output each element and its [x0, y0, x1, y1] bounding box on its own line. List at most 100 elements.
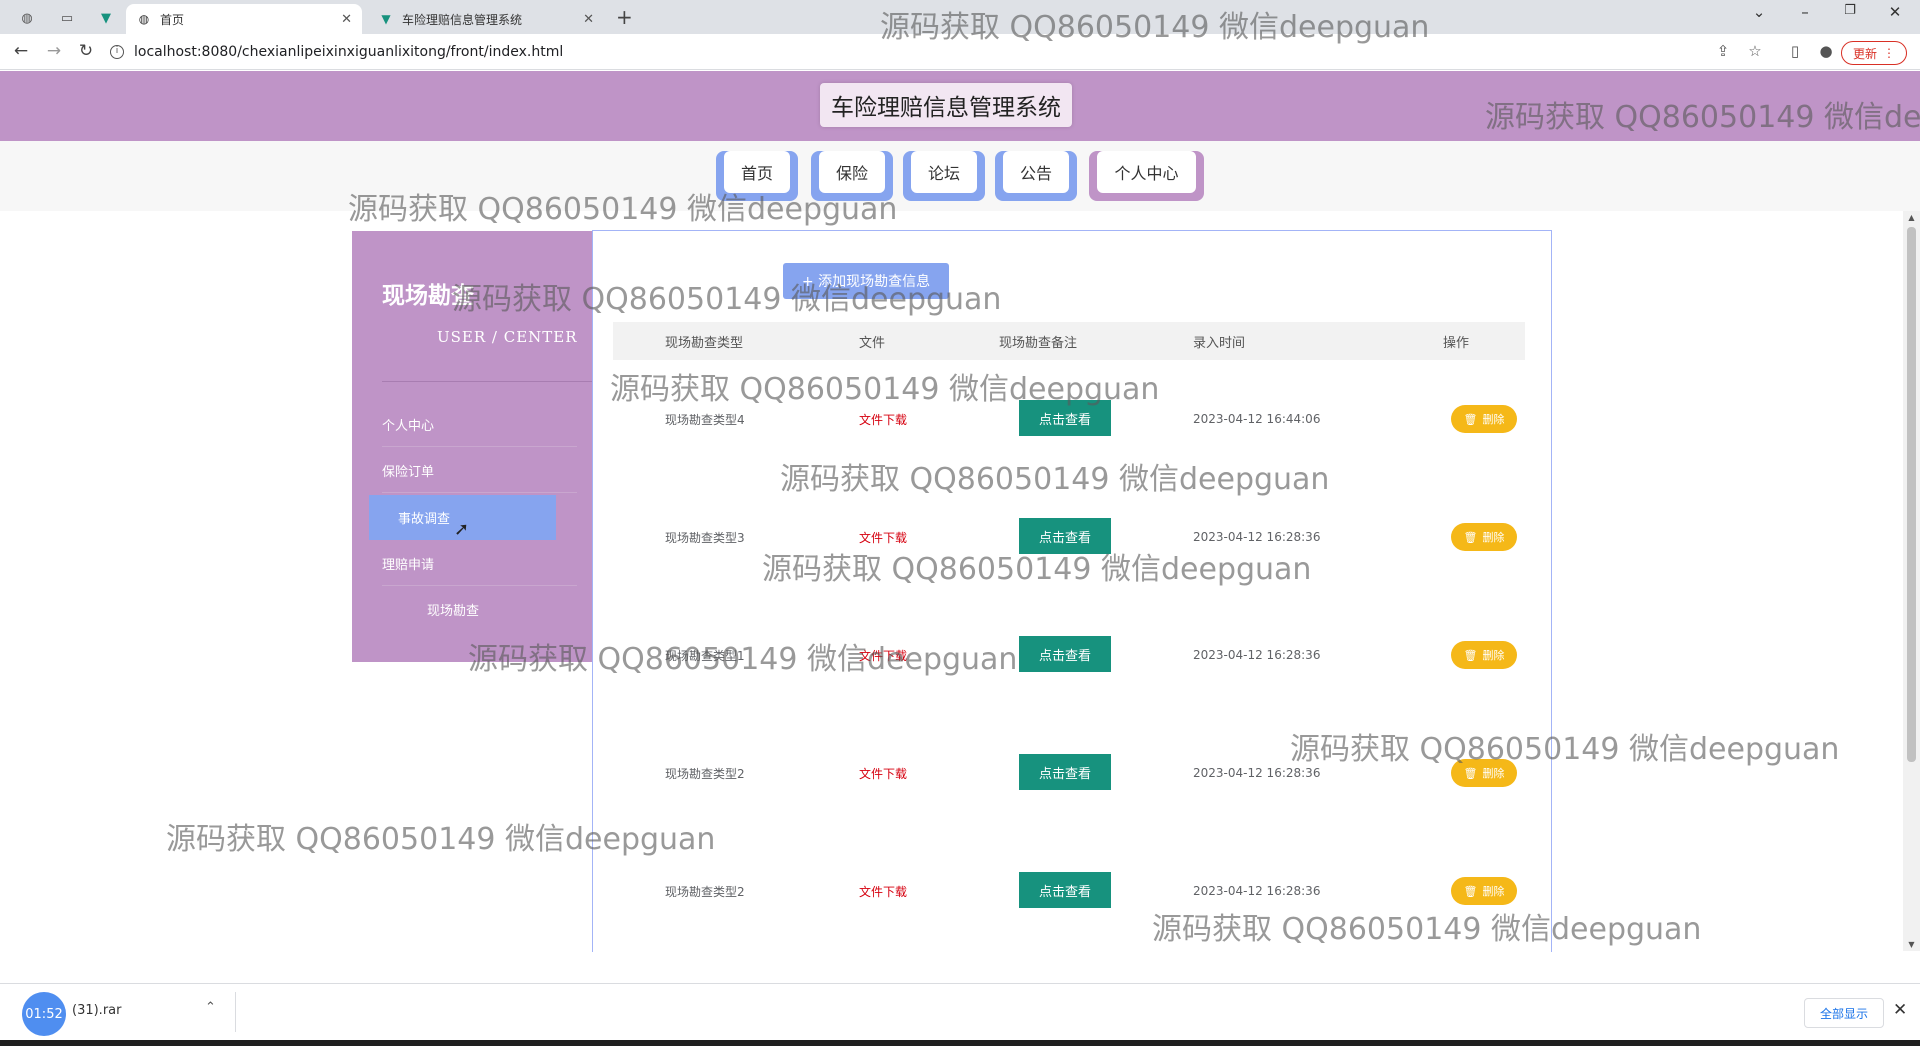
survey-type: 现场勘查类型2 — [665, 766, 745, 781]
site-nav: 首页 保险 论坛 公告 个人中心 — [0, 141, 1920, 211]
new-tab-icon[interactable]: + — [616, 5, 633, 29]
nav-announcements[interactable]: 公告 — [995, 151, 1077, 201]
page-scrollbar[interactable]: ▲ ▼ — [1903, 211, 1920, 951]
delete-label: 删除 — [1482, 885, 1505, 898]
taskbar-edge — [0, 1040, 1920, 1046]
blank-page-icon[interactable]: ▭ — [52, 6, 82, 30]
update-button[interactable]: 更新 ⋮ — [1841, 41, 1907, 65]
nav-forum-label: 论坛 — [911, 151, 977, 193]
delete-label: 删除 — [1482, 531, 1505, 544]
nav-insurance-label: 保险 — [819, 151, 885, 193]
user-center-sidebar: 现场勘查 USER / CENTER 个人中心 保险订单 事故调查 理赔申请 现… — [352, 231, 593, 662]
delete-label: 删除 — [1482, 649, 1505, 662]
column-header-time: 录入时间 — [1193, 335, 1246, 351]
entry-time: 2023-04-12 16:44:06 — [1193, 412, 1321, 426]
close-icon[interactable]: ✕ — [583, 12, 594, 27]
survey-type: 现场勘查类型2 — [665, 884, 745, 899]
delete-label: 删除 — [1482, 767, 1505, 780]
back-icon[interactable]: ← — [9, 41, 33, 63]
share-icon[interactable]: ⇪ — [1712, 42, 1734, 60]
nav-forum[interactable]: 论坛 — [903, 151, 985, 201]
tab-title: 车险理赔信息管理系统 — [402, 12, 523, 27]
column-header-actions: 操作 — [1443, 335, 1470, 351]
reload-icon[interactable]: ↻ — [74, 41, 98, 63]
view-remark-button[interactable]: 点击查看 — [1019, 518, 1111, 554]
view-remark-button[interactable]: 点击查看 — [1019, 872, 1111, 908]
nav-insurance[interactable]: 保险 — [811, 151, 893, 201]
forward-icon[interactable]: → — [42, 41, 66, 63]
minimize-icon[interactable]: – — [1790, 3, 1820, 21]
sidebar-item-label: 事故调查 — [398, 512, 451, 527]
view-remark-button[interactable]: 点击查看 — [1019, 636, 1111, 672]
sidebar-title: 现场勘查 — [382, 283, 474, 309]
sidebar-item-site-survey[interactable]: 现场勘查 — [382, 587, 577, 632]
sidebar-item-insurance-orders[interactable]: 保险订单 — [382, 448, 577, 493]
download-filename[interactable]: (31).rar — [72, 1003, 121, 1018]
view-remark-button[interactable]: 点击查看 — [1019, 754, 1111, 790]
close-icon[interactable]: ✕ — [1893, 1000, 1907, 1020]
address-toolbar: ← → ↻ i localhost:8080/chexianlipeixinxi… — [0, 34, 1920, 70]
nav-personal-center[interactable]: 个人中心 — [1089, 151, 1204, 201]
entry-time: 2023-04-12 16:28:36 — [1193, 766, 1321, 780]
vue-tab-icon[interactable]: ▼ — [91, 6, 121, 30]
sidebar-subtitle: USER / CENTER — [437, 328, 578, 346]
trash-icon: 🗑 — [1463, 884, 1478, 898]
divider — [235, 992, 236, 1032]
show-all-downloads-button[interactable]: 全部显示 — [1804, 998, 1884, 1028]
trash-icon: 🗑 — [1463, 766, 1478, 780]
vue-icon: ▼ — [381, 12, 391, 26]
tab-home[interactable]: ◍ 首页 ✕ — [126, 4, 362, 34]
survey-type: 现场勘查类型3 — [665, 530, 745, 545]
entry-time: 2023-04-12 16:28:36 — [1193, 530, 1321, 544]
delete-label: 删除 — [1482, 413, 1505, 426]
nav-home[interactable]: 首页 — [716, 151, 798, 201]
globe-icon: ◍ — [138, 12, 150, 26]
close-icon[interactable]: ✕ — [341, 12, 352, 27]
nav-announcements-label: 公告 — [1003, 151, 1069, 193]
file-download-link[interactable]: 文件下载 — [859, 518, 907, 556]
delete-button[interactable]: 🗑 删除 — [1451, 641, 1517, 669]
delete-button[interactable]: 🗑 删除 — [1451, 759, 1517, 787]
chevron-up-icon[interactable]: ⌃ — [205, 1000, 216, 1015]
sidebar-item-personal-center[interactable]: 个人中心 — [382, 402, 577, 447]
scroll-down-icon[interactable]: ▼ — [1903, 940, 1920, 949]
file-download-link[interactable]: 文件下载 — [859, 400, 907, 438]
nav-personal-center-label: 个人中心 — [1097, 151, 1196, 193]
scroll-up-icon[interactable]: ▲ — [1903, 213, 1920, 222]
delete-button[interactable]: 🗑 删除 — [1451, 877, 1517, 905]
close-window-icon[interactable]: ✕ — [1880, 3, 1910, 21]
scrollbar-thumb[interactable] — [1907, 227, 1916, 762]
table-row: 现场勘查类型3 文件下载 点击查看 2023-04-12 16:28:36 🗑 删… — [613, 518, 1525, 636]
add-survey-button[interactable]: + 添加现场勘查信息 — [783, 263, 949, 299]
file-download-link[interactable]: 文件下载 — [859, 754, 907, 792]
download-progress[interactable]: 01:52 — [22, 992, 66, 1036]
column-header-type: 现场勘查类型 — [665, 335, 744, 351]
survey-list-panel: + 添加现场勘查信息 现场勘查类型 文件 现场勘查备注 录入时间 操作 现场勘查… — [592, 230, 1552, 952]
side-panel-icon[interactable]: ▯ — [1784, 42, 1806, 60]
mouse-cursor-icon: ➚ — [454, 519, 470, 540]
sidebar-item-claim-application[interactable]: 理赔申请 — [382, 541, 577, 586]
table-row: 现场勘查类型2 文件下载 点击查看 2023-04-12 16:28:36 🗑 删… — [613, 872, 1525, 990]
file-download-link[interactable]: 文件下载 — [859, 872, 907, 910]
profile-icon[interactable]: ● — [1815, 42, 1837, 60]
tab-search-icon[interactable]: ⌄ — [1744, 3, 1774, 21]
url-bar[interactable]: i localhost:8080/chexianlipeixinxiguanli… — [110, 41, 1750, 63]
tab-system[interactable]: ▼ 车险理赔信息管理系统 ✕ — [368, 4, 604, 34]
update-label: 更新 — [1852, 46, 1877, 61]
bookmark-star-icon[interactable]: ☆ — [1744, 42, 1766, 60]
restore-icon[interactable]: ❐ — [1835, 3, 1865, 18]
delete-button[interactable]: 🗑 删除 — [1451, 523, 1517, 551]
more-menu-icon: ⋮ — [1883, 46, 1895, 60]
file-download-link[interactable]: 文件下载 — [859, 636, 907, 674]
nav-home-label: 首页 — [724, 151, 790, 193]
sidebar-item-label: 保险订单 — [382, 464, 435, 480]
browser-tab-strip: ◍ ▭ ▼ ◍ 首页 ✕ ▼ 车险理赔信息管理系统 ✕ + ⌄ – ❐ ✕ — [0, 0, 1920, 34]
sidebar-item-label: 理赔申请 — [382, 557, 435, 573]
divider — [382, 381, 593, 382]
globe-icon[interactable]: ◍ — [12, 6, 42, 30]
survey-type: 现场勘查类型4 — [665, 412, 745, 427]
info-icon[interactable]: i — [110, 45, 124, 59]
delete-button[interactable]: 🗑 删除 — [1451, 405, 1517, 433]
entry-time: 2023-04-12 16:28:36 — [1193, 884, 1321, 898]
view-remark-button[interactable]: 点击查看 — [1019, 400, 1111, 436]
